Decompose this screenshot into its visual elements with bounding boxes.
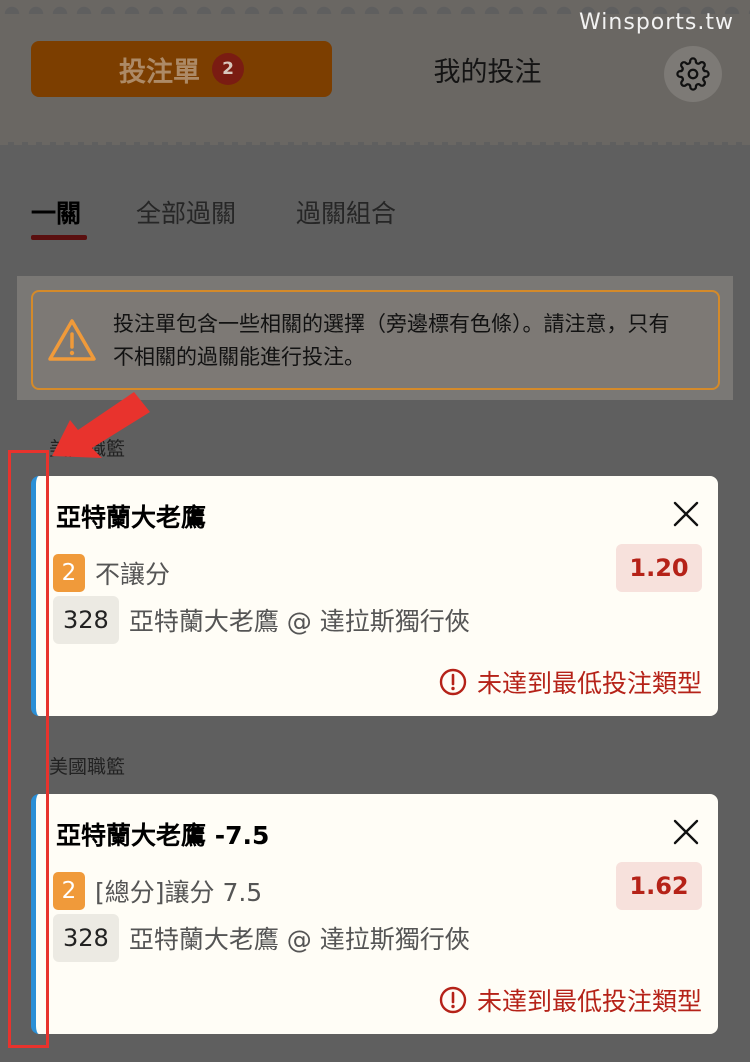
settings-button[interactable] <box>664 46 722 102</box>
arrow-annotation-icon <box>52 392 150 458</box>
market-name: 不讓分 <box>95 560 171 589</box>
alert-circle-icon <box>439 668 467 696</box>
error-message: 未達到最低投注類型 <box>439 664 702 700</box>
tab-single[interactable]: 一關 <box>31 194 81 230</box>
match-id: 328 <box>53 596 119 644</box>
market-name: [總分]讓分 7.5 <box>95 878 263 907</box>
betslip-count-badge: 2 <box>212 53 244 85</box>
bet-card: 亞特蘭大老鷹 2 不讓分 1.20 328 亞特蘭大老鷹 @ 達拉斯獨行俠 未達… <box>31 476 718 716</box>
close-icon[interactable] <box>672 818 700 846</box>
match-name: 亞特蘭大老鷹 @ 達拉斯獨行俠 <box>128 607 470 636</box>
alert-circle-icon <box>439 986 467 1014</box>
match-row: 328 亞特蘭大老鷹 @ 達拉斯獨行俠 <box>53 914 470 962</box>
market-row: 2 [總分]讓分 7.5 <box>53 872 262 910</box>
odds-value[interactable]: 1.20 <box>616 544 702 592</box>
header-divider <box>0 141 750 145</box>
league-label: 美國職籃 <box>49 756 126 778</box>
tab-all-parlays[interactable]: 全部過關 <box>136 194 236 230</box>
highlight-box <box>8 450 49 1048</box>
warning-text: 投注單包含一些相關的選擇（旁邊標有色條）。請注意，只有不相關的過關能進行投注。 <box>113 312 670 369</box>
tab-betslip-label: 投注單 <box>119 56 200 88</box>
gear-icon <box>676 57 710 91</box>
close-icon[interactable] <box>672 500 700 528</box>
tab-betslip[interactable]: 投注單 2 <box>31 41 332 97</box>
odds-value[interactable]: 1.62 <box>616 862 702 910</box>
match-id: 328 <box>53 914 119 962</box>
error-text: 未達到最低投注類型 <box>476 987 702 1016</box>
market-row: 2 不讓分 <box>53 554 170 592</box>
tab-parlay-combos[interactable]: 過關組合 <box>296 194 396 230</box>
tab-my-bets[interactable]: 我的投注 <box>375 41 600 97</box>
selection-title: 亞特蘭大老鷹 -7.5 <box>56 821 270 850</box>
correlated-warning-banner: 投注單包含一些相關的選擇（旁邊標有色條）。請注意，只有不相關的過關能進行投注。 <box>31 290 720 390</box>
bet-type-tabs: 一關 全部過關 過關組合 <box>0 180 750 250</box>
bet-card: 亞特蘭大老鷹 -7.5 2 [總分]讓分 7.5 1.62 328 亞特蘭大老鷹… <box>31 794 718 1034</box>
selection-title: 亞特蘭大老鷹 <box>56 503 207 532</box>
selection-number-badge: 2 <box>53 554 85 592</box>
watermark: Winsports.tw <box>579 10 734 35</box>
match-name: 亞特蘭大老鷹 @ 達拉斯獨行俠 <box>128 925 470 954</box>
error-text: 未達到最低投注類型 <box>476 669 702 698</box>
warning-triangle-icon <box>48 319 96 361</box>
match-row: 328 亞特蘭大老鷹 @ 達拉斯獨行俠 <box>53 596 470 644</box>
active-tab-indicator <box>31 235 87 240</box>
error-message: 未達到最低投注類型 <box>439 982 702 1018</box>
selection-number-badge: 2 <box>53 872 85 910</box>
